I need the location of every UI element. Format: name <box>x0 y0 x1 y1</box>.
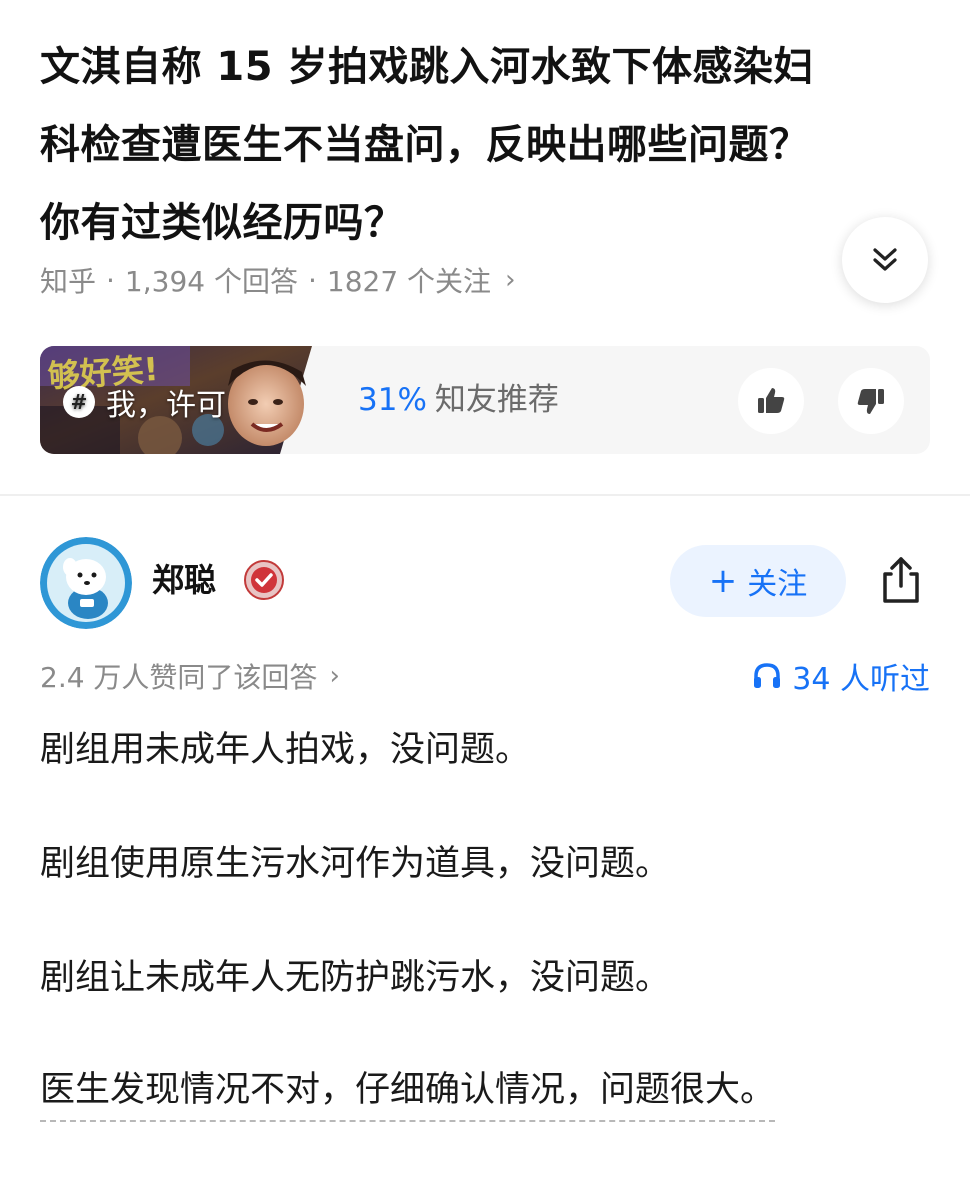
separator-dot: · <box>307 263 317 297</box>
followers-count: 1827 个关注 <box>326 265 492 298</box>
follow-label: 关注 <box>747 567 808 602</box>
recommend-percent-label: 知友推荐 <box>434 382 559 418</box>
answer-paragraph: 剧组使用原生污水河作为道具，没问题。 <box>40 844 671 884</box>
follow-button[interactable]: + 关注 <box>670 545 846 617</box>
question-title-line-1: 文淇自称 15 岁拍戏跳入河水致下体感染妇 <box>40 44 815 90</box>
recommend-percent: 31% <box>358 382 427 418</box>
share-button[interactable] <box>874 552 928 608</box>
question-title[interactable]: 文淇自称 15 岁拍戏跳入河水致下体感染妇 科检查遭医生不当盘问，反映出哪些问题… <box>40 28 940 262</box>
upvote-button[interactable] <box>738 368 804 434</box>
svg-text:#: # <box>71 390 88 414</box>
answers-count: 1,394 个回答 <box>124 265 298 298</box>
listen-button[interactable]: 34 人听过 <box>752 654 930 698</box>
question-title-line-3: 你有过类似经历吗？ <box>40 200 405 246</box>
hashtag-badge-icon: # <box>62 385 96 419</box>
recommendation-thumbnail[interactable]: 够好笑! # 我，许可 <box>40 346 330 454</box>
plus-icon: + <box>708 561 738 601</box>
section-divider <box>0 494 970 496</box>
headphone-icon <box>752 661 782 691</box>
chevron-right-icon: › <box>329 661 340 691</box>
question-meta[interactable]: 知乎 · 1,394 个回答 · 1827 个关注 › <box>40 258 515 302</box>
answer-paragraph: 剧组用未成年人拍戏，没问题。 <box>40 730 531 770</box>
double-chevron-down-icon <box>873 248 897 271</box>
agree-count-link[interactable]: 2.4 万人赞同了该回答 › <box>40 654 340 698</box>
source-label: 知乎 <box>40 265 97 298</box>
question-title-line-2: 科检查遭医生不当盘问，反映出哪些问题？ <box>40 122 810 168</box>
expand-button[interactable] <box>842 217 928 303</box>
avatar[interactable] <box>40 537 132 629</box>
verified-badge-icon <box>243 559 285 601</box>
answer-paragraph: 剧组让未成年人无防护跳污水，没问题。 <box>40 958 671 998</box>
listen-count: 34 人听过 <box>792 662 930 697</box>
answer-paragraph-annotated[interactable]: 医生发现情况不对，仔细确认情况，问题很大。 <box>40 1062 776 1122</box>
thumbnail-label-text: 我，许可 <box>106 388 226 423</box>
recommendation-card[interactable]: 够好笑! # 我，许可 31% 知友推荐 <box>40 346 930 454</box>
separator-dot: · <box>106 263 115 297</box>
agree-count-text: 2.4 万人赞同了该回答 <box>40 661 318 694</box>
author-name[interactable]: 郑聪 <box>152 556 216 604</box>
recommend-rate: 31% 知友推荐 <box>358 346 559 454</box>
chevron-right-icon: › <box>505 265 516 295</box>
thumbs-down-icon <box>857 389 884 414</box>
downvote-button[interactable] <box>838 368 904 434</box>
share-icon <box>883 557 919 603</box>
thumbs-up-icon <box>758 388 785 413</box>
thumbnail-label: # 我，许可 <box>62 380 226 424</box>
